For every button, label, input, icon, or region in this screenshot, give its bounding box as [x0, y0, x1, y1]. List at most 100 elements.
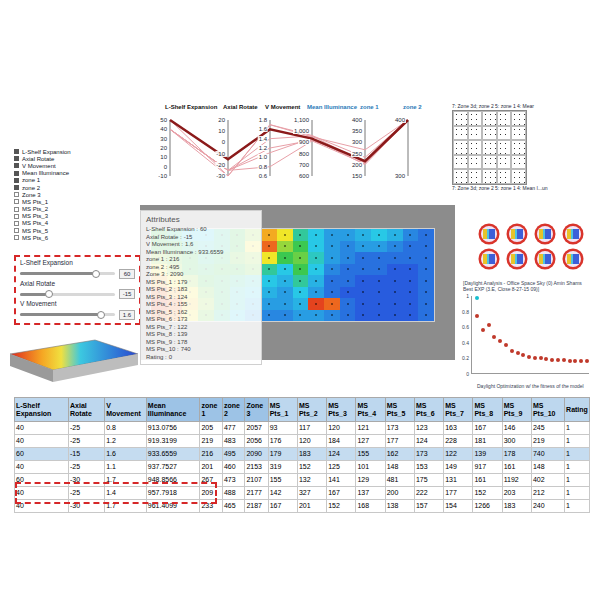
column-header[interactable]: MS Pts_5: [385, 398, 414, 422]
matrix-cell[interactable]: [497, 111, 512, 126]
matrix-cell[interactable]: [468, 155, 483, 170]
checklist-item[interactable]: Zone 3: [14, 191, 114, 198]
column-header[interactable]: zone 2: [222, 398, 245, 422]
solution-thumbnail-icon[interactable]: [478, 248, 500, 270]
table-row[interactable]: 40-251.2919.3199219483205617612018412717…: [15, 435, 590, 448]
matrix-cell[interactable]: [497, 126, 512, 141]
checklist-item[interactable]: V Movement: [14, 162, 114, 169]
matrix-cell[interactable]: [511, 111, 526, 126]
slider-handle[interactable]: [45, 290, 53, 298]
checklist-item[interactable]: MS Pts_3: [14, 213, 114, 220]
checkbox[interactable]: [14, 185, 19, 190]
slider-value[interactable]: 60: [119, 269, 135, 279]
matrix-cell[interactable]: [453, 140, 468, 155]
table-row[interactable]: 40-251.1937.7527201460215331915212510114…: [15, 461, 590, 474]
checklist-item[interactable]: zone 1: [14, 177, 114, 184]
axis-title[interactable]: Mean Illuminance: [307, 104, 357, 110]
series-line[interactable]: [170, 120, 408, 176]
matrix-cell[interactable]: [453, 169, 468, 184]
solution-thumbnail-icon[interactable]: [506, 223, 528, 245]
matrix-cell[interactable]: [468, 126, 483, 141]
table-row[interactable]: 40-250.8913.0756205477205793117120121173…: [15, 422, 590, 435]
column-header[interactable]: L-Shelf Expansion: [15, 398, 69, 422]
matrix-grid[interactable]: [452, 110, 527, 185]
series-line[interactable]: [170, 120, 408, 170]
table-row[interactable]: 40-251.4957.7918209488217714232716713720…: [15, 487, 590, 500]
matrix-cell[interactable]: [497, 155, 512, 170]
matrix-cell[interactable]: [453, 111, 468, 126]
slider-track[interactable]: [20, 293, 115, 296]
axis-title[interactable]: zone 2: [403, 104, 422, 110]
matrix-cell[interactable]: [482, 155, 497, 170]
checkbox[interactable]: [14, 235, 19, 240]
matrix-cell[interactable]: [482, 111, 497, 126]
matrix-cell[interactable]: [511, 155, 526, 170]
matrix-cell[interactable]: [453, 126, 468, 141]
matrix-cell[interactable]: [453, 155, 468, 170]
checklist-item[interactable]: MS Pts_5: [14, 227, 114, 234]
column-header[interactable]: MS Pts_4: [356, 398, 385, 422]
series-line[interactable]: [170, 120, 408, 176]
slider-handle[interactable]: [92, 270, 100, 278]
matrix-cell[interactable]: [482, 126, 497, 141]
axis-title[interactable]: zone 1: [360, 104, 379, 110]
checklist-item[interactable]: Mean Illuminance: [14, 170, 114, 177]
checklist-item[interactable]: zone 2: [14, 184, 114, 191]
checklist-item[interactable]: MS Pts_6: [14, 234, 114, 241]
solution-thumbnail-icon[interactable]: [534, 248, 556, 270]
table-row[interactable]: 60-301.7948.8566267473210715513214112948…: [15, 474, 590, 487]
checklist-item[interactable]: MS Pts_2: [14, 206, 114, 213]
matrix-cell[interactable]: [497, 140, 512, 155]
matrix-cell[interactable]: [511, 169, 526, 184]
checkbox[interactable]: [14, 171, 19, 176]
solution-thumbnail-icon[interactable]: [534, 223, 556, 245]
table-row[interactable]: 40-301.7961.4099233465218716720115216813…: [15, 500, 590, 513]
axis-title[interactable]: L-Shelf Expansion: [165, 104, 217, 110]
column-header[interactable]: MS Pts_9: [502, 398, 531, 422]
series-line[interactable]: [170, 120, 408, 161]
column-header[interactable]: Zone 3: [245, 398, 268, 422]
checkbox[interactable]: [14, 178, 19, 183]
slider-track[interactable]: [20, 272, 115, 275]
matrix-cell[interactable]: [468, 140, 483, 155]
matrix-cell[interactable]: [468, 169, 483, 184]
checklist-item[interactable]: MS Pts_4: [14, 220, 114, 227]
matrix-cell[interactable]: [482, 140, 497, 155]
solution-thumbnail-icon[interactable]: [506, 248, 528, 270]
checkbox[interactable]: [14, 214, 19, 219]
slider-track[interactable]: [20, 313, 115, 316]
checkbox[interactable]: [14, 199, 19, 204]
column-header[interactable]: Axial Rotate: [69, 398, 105, 422]
slider-value[interactable]: 1.6: [119, 310, 135, 320]
column-header[interactable]: MS Pts_3: [327, 398, 356, 422]
column-header[interactable]: MS Pts_1: [268, 398, 297, 422]
scatter-matrix[interactable]: 7: Zone 3d; zone 2 5: zone 1 4: Mear7: Z…: [452, 104, 552, 191]
column-header[interactable]: Rating: [565, 398, 590, 422]
column-header[interactable]: MS Pts_8: [473, 398, 502, 422]
checkbox[interactable]: [14, 228, 19, 233]
column-header[interactable]: MS Pts_7: [444, 398, 473, 422]
column-header[interactable]: MS Pts_6: [414, 398, 443, 422]
checklist-item[interactable]: L-Shelf Expansion: [14, 148, 114, 155]
column-header[interactable]: zone 1: [200, 398, 223, 422]
checkbox[interactable]: [14, 156, 19, 161]
solution-thumbnail-icon[interactable]: [562, 223, 584, 245]
matrix-cell[interactable]: [497, 169, 512, 184]
column-header[interactable]: MS Pts_10: [531, 398, 564, 422]
matrix-cell[interactable]: [511, 126, 526, 141]
solution-thumbnail-icon[interactable]: [478, 223, 500, 245]
matrix-cell[interactable]: [468, 111, 483, 126]
checklist-item[interactable]: MS Pts_1: [14, 198, 114, 205]
checkbox[interactable]: [14, 207, 19, 212]
solution-thumbnail-icon[interactable]: [562, 248, 584, 270]
slider-value[interactable]: -15: [119, 289, 135, 299]
axis-title[interactable]: Axial Rotate: [223, 104, 258, 110]
checkbox[interactable]: [14, 149, 19, 154]
checkbox[interactable]: [14, 221, 19, 226]
table-row[interactable]: 60-151.6933.6559216495209017918312415516…: [15, 448, 590, 461]
column-header[interactable]: Mean Illuminance: [146, 398, 200, 422]
axis-title[interactable]: V Movement: [265, 104, 300, 110]
checkbox[interactable]: [14, 192, 19, 197]
column-header[interactable]: V Movement: [105, 398, 147, 422]
parallel-chart[interactable]: L-Shelf Expansion50403020100-10Axial Rot…: [150, 100, 450, 185]
